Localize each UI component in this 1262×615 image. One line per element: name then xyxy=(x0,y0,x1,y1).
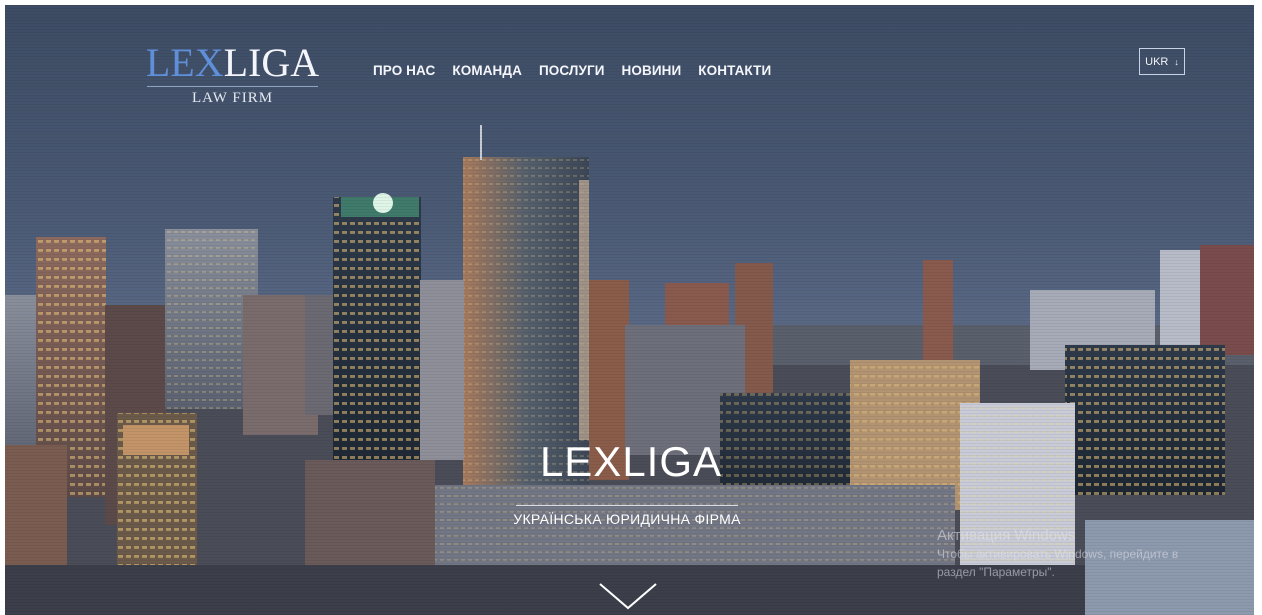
hero-title: LEXLIGA xyxy=(539,438,723,485)
nav-item-contacts[interactable]: КОНТАКТИ xyxy=(698,63,771,78)
watermark-line-1: Чтобы активировать Windows, перейдите в xyxy=(937,547,1179,561)
nav-item-services[interactable]: ПОСЛУГИ xyxy=(539,63,605,78)
arrow-down-icon: ↓ xyxy=(1174,56,1179,67)
logo-divider xyxy=(147,86,318,87)
hero-divider xyxy=(516,505,738,506)
nav-item-team[interactable]: КОМАНДА xyxy=(452,63,522,78)
hero-subtitle-block: УКРАЇНСЬКА ЮРИДИЧНА ФІРМА xyxy=(497,505,757,527)
chevron-down-icon[interactable] xyxy=(598,578,658,612)
watermark-title: Активация Windows xyxy=(937,527,1076,544)
nav-item-about[interactable]: ПРО НАС xyxy=(373,63,435,78)
site-logo[interactable]: LEXLIGA LAW FIRM xyxy=(145,40,320,107)
hero-subtitle: УКРАЇНСЬКА ЮРИДИЧНА ФІРМА xyxy=(513,511,741,527)
language-selector[interactable]: UKR ↓ xyxy=(1139,48,1185,75)
logo-liga: LIGA xyxy=(223,40,320,85)
nav-item-news[interactable]: НОВИНИ xyxy=(622,63,682,78)
watermark-line-2: раздел "Параметры". xyxy=(937,565,1055,579)
main-nav: ПРО НАС КОМАНДА ПОСЛУГИ НОВИНИ КОНТАКТИ xyxy=(373,63,788,78)
logo-subtitle: LAW FIRM xyxy=(191,90,274,106)
windows-activation-watermark: Активация Windows Чтобы активировать Win… xyxy=(937,527,1178,580)
logo-wordmark: LEXLIGA xyxy=(145,40,320,86)
logo-lex: LEX xyxy=(145,40,224,85)
language-label: UKR xyxy=(1145,55,1169,68)
